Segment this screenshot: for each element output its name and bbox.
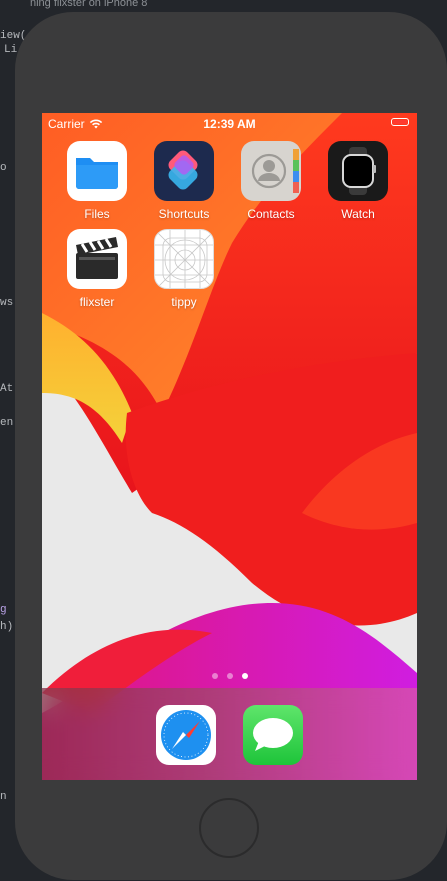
app-contacts[interactable]: Contacts — [231, 141, 311, 221]
app-shortcuts[interactable]: Shortcuts — [144, 141, 224, 221]
page-dot-active — [241, 673, 248, 679]
status-bar: Carrier 12:39 AM — [42, 113, 417, 133]
code-fragment: n — [0, 791, 7, 803]
page-dot — [211, 673, 218, 679]
watch-icon — [328, 141, 388, 201]
clapperboard-icon — [67, 229, 127, 289]
home-button[interactable] — [199, 798, 259, 858]
app-files[interactable]: Files — [57, 141, 137, 221]
code-fragment: ws — [0, 297, 14, 309]
shortcuts-icon — [154, 141, 214, 201]
window-title: ning flixster on iPhone 8 — [30, 0, 148, 9]
speech-bubble-icon — [253, 718, 293, 751]
code-fragment: o — [0, 162, 7, 174]
iphone-screen: Carrier 12:39 AM Files Shortcuts Contact… — [42, 113, 417, 780]
app-label: Files — [84, 207, 110, 221]
app-label: tippy — [171, 295, 197, 309]
contacts-icon — [241, 141, 301, 201]
app-label: flixster — [79, 295, 115, 309]
compass-icon — [161, 710, 211, 760]
page-indicator[interactable] — [42, 673, 417, 679]
safari-app[interactable] — [156, 705, 216, 765]
code-fragment: Li — [4, 44, 18, 56]
app-template-grid-icon — [154, 229, 214, 289]
code-fragment: h) — [0, 621, 14, 633]
messages-app[interactable] — [243, 705, 303, 765]
status-time: 12:39 AM — [203, 117, 256, 131]
page-dot — [226, 673, 233, 679]
app-watch[interactable]: Watch — [318, 141, 398, 221]
app-label: Contacts — [247, 207, 295, 221]
dock — [42, 688, 417, 780]
code-fragment: en — [0, 417, 14, 429]
app-label: Watch — [341, 207, 375, 221]
app-label: Shortcuts — [158, 207, 210, 221]
code-fragment: At — [0, 383, 14, 395]
app-flixster[interactable]: flixster — [57, 229, 137, 309]
app-tippy[interactable]: tippy — [144, 229, 224, 309]
files-icon — [67, 141, 127, 201]
code-fragment: g — [0, 604, 7, 616]
battery-icon — [391, 118, 409, 126]
